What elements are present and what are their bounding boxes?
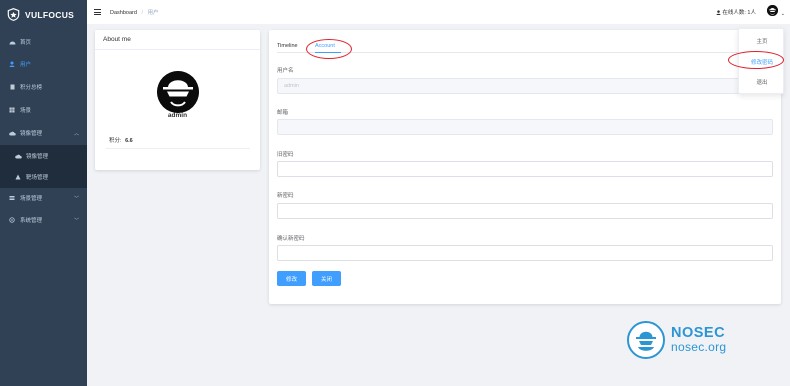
new-password-input[interactable] [277, 203, 773, 219]
caret-down-icon[interactable]: ⌄ [781, 11, 785, 17]
brand[interactable]: VULFOCUS [0, 0, 87, 29]
document-icon [8, 84, 16, 90]
menu-item-home[interactable]: 主页 [739, 37, 785, 45]
submit-button[interactable]: 修改 [277, 271, 306, 286]
sidebar-item-label: 镜像管理 [26, 154, 49, 160]
profile-username: admin [167, 112, 188, 119]
breadcrumb-current: 用户 [147, 10, 159, 16]
sidebar-item-label: 靶场管理 [26, 175, 49, 181]
account-card: Timeline Account 用户名 admin 邮箱 旧密码 新密码 确认… [269, 30, 781, 304]
online-users: 在线人数: 1人 [716, 8, 756, 16]
username-field: admin [277, 78, 773, 94]
close-button[interactable]: 关闭 [312, 271, 341, 286]
sidebar-subitem-range-management[interactable]: 靶场管理 [0, 166, 87, 188]
sidebar-item-scene-management[interactable]: 场景管理 ﹀ [0, 187, 87, 209]
watermark-title: NOSEC [671, 325, 726, 341]
hacker-avatar-icon [157, 71, 199, 113]
online-users-text: 在线人数: 1人 [722, 10, 756, 16]
user-icon [716, 9, 721, 15]
brand-name: VULFOCUS [25, 9, 75, 20]
username-value: admin [284, 83, 299, 89]
profile-avatar [157, 71, 199, 113]
nosec-logo-icon [627, 321, 665, 359]
sidebar-item-label: 系统管理 [20, 218, 43, 224]
breadcrumb: Dashboard / 用户 [110, 8, 159, 16]
sidebar-item-label: 用户 [20, 62, 32, 68]
watermark-subtitle: nosec.org [671, 340, 727, 354]
old-password-label: 旧密码 [277, 152, 294, 158]
menu-item-logout[interactable]: 退出 [739, 78, 785, 86]
points-value: 6.6 [125, 138, 133, 144]
chevron-down-icon: ﹀ [73, 217, 79, 224]
cloud-icon [8, 131, 16, 136]
annotation-ring [306, 39, 352, 59]
layers-icon [8, 195, 16, 201]
chevron-up-icon: ︿ [73, 130, 79, 137]
sidebar-item-label: 首页 [20, 40, 32, 46]
sidebar-item-label: 积分总榜 [20, 85, 43, 91]
points-label: 积分: [109, 138, 122, 144]
sidebar-item-label: 场景管理 [20, 196, 43, 202]
about-me-card: About me admin 积分: 6.6 [95, 30, 260, 170]
target-icon [14, 174, 22, 180]
sidebar-item-label: 镜像管理 [20, 131, 43, 137]
divider [106, 148, 250, 149]
top-navbar: Dashboard / 用户 [87, 0, 790, 24]
username-label: 用户名 [277, 68, 294, 74]
annotation-ring [728, 51, 784, 69]
chevron-down-icon: ﹀ [73, 195, 79, 202]
sidebar-item-system-management[interactable]: 系统管理 ﹀ [0, 209, 87, 231]
nosec-watermark: NOSEC nosec.org [627, 319, 777, 361]
dashboard-icon [8, 39, 16, 45]
sidebar: VULFOCUS 首页 用户 积分总榜 场景 镜像管理 ︿ 镜像管理 靶场管理 … [0, 0, 87, 386]
breadcrumb-dashboard[interactable]: Dashboard [110, 10, 137, 16]
points-row: 积分: 6.6 [109, 136, 133, 144]
sidebar-item-image-management[interactable]: 镜像管理 ︿ [0, 122, 87, 144]
email-label: 邮箱 [277, 110, 289, 116]
old-password-input[interactable] [277, 161, 773, 177]
breadcrumb-separator: / [141, 10, 143, 16]
hacker-avatar-icon [767, 5, 778, 16]
shield-logo-icon [7, 8, 20, 21]
confirm-password-input[interactable] [277, 245, 773, 261]
confirm-password-label: 确认新密码 [277, 236, 305, 242]
sidebar-item-user[interactable]: 用户 [0, 53, 87, 75]
sidebar-item-home[interactable]: 首页 [0, 31, 87, 53]
tab-timeline[interactable]: Timeline [277, 43, 298, 49]
hamburger-icon[interactable] [94, 9, 101, 15]
watermark-text: NOSEC nosec.org [671, 326, 726, 354]
new-password-label: 新密码 [277, 193, 294, 199]
sidebar-subitem-image-management[interactable]: 镜像管理 [0, 145, 87, 167]
user-icon [8, 61, 16, 67]
gear-icon [8, 217, 16, 223]
sidebar-item-scene[interactable]: 场景 [0, 99, 87, 121]
sidebar-item-leaderboard[interactable]: 积分总榜 [0, 76, 87, 98]
cloud-icon [14, 154, 22, 159]
sidebar-item-label: 场景 [20, 108, 32, 114]
user-avatar[interactable] [767, 5, 778, 16]
email-field [277, 119, 773, 135]
grid-icon [8, 107, 16, 113]
about-me-title: About me [95, 30, 260, 50]
